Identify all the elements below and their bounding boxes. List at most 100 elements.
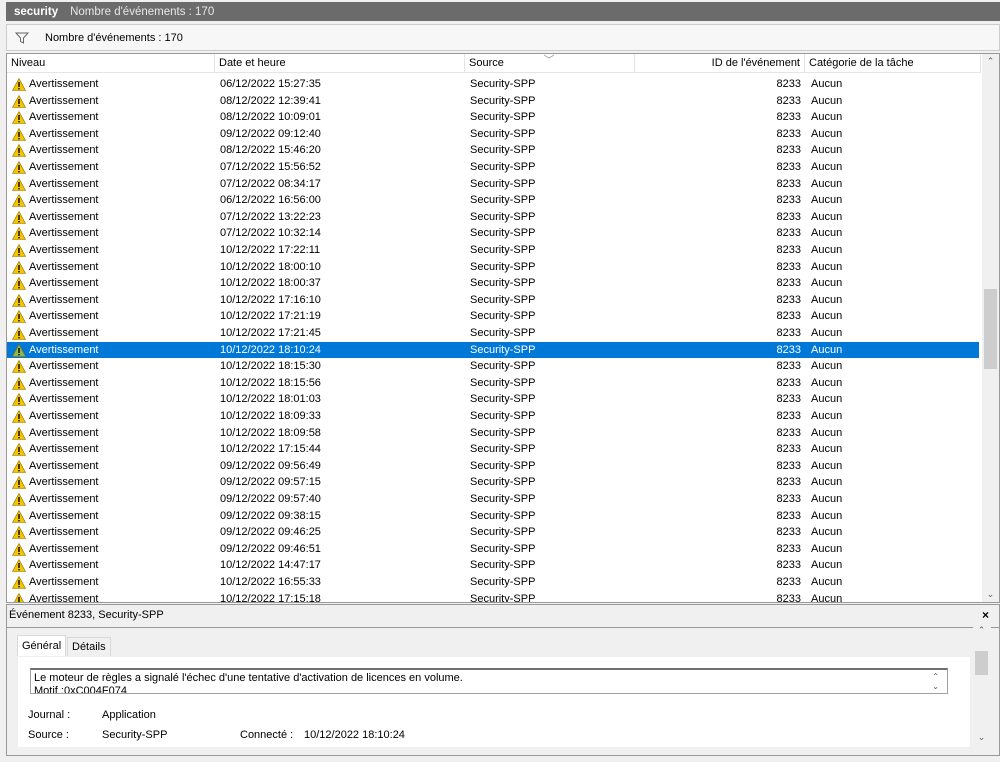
category-cell: Aucun — [811, 277, 843, 290]
event-id-cell: 8233 — [776, 327, 801, 339]
column-header-event-id[interactable]: ID de l'événement — [635, 54, 805, 73]
event-count: Nombre d'événements : 170 — [70, 5, 215, 18]
filter-icon — [15, 32, 29, 44]
column-header-category[interactable]: Catégorie de la tâche — [805, 54, 981, 73]
table-row[interactable]: Avertissement 07/12/2022 10:32:14 Security… — [7, 225, 979, 242]
scroll-down-icon[interactable]: ⌄ — [982, 589, 999, 600]
event-id-cell: 8233 — [776, 244, 801, 256]
table-row[interactable]: Avertissement 09/12/2022 09:56:49 Security… — [7, 458, 979, 475]
source-cell: Security-SPP — [470, 376, 536, 389]
table-row[interactable]: Avertissement 07/12/2022 08:34:17 Security… — [7, 176, 979, 193]
connected-label: Connecté : — [240, 729, 294, 741]
scrollbar-thumb[interactable] — [975, 651, 988, 675]
message-line: Motif :0xC004F074 — [34, 685, 127, 694]
source-cell: Security-SPP — [470, 459, 536, 472]
scroll-up-icon[interactable]: ⌃ — [982, 56, 999, 67]
table-row[interactable]: Avertissement 10/12/2022 18:10:24 Security… — [7, 341, 979, 359]
source-label: Source : — [28, 729, 69, 741]
table-row[interactable]: Avertissement 08/12/2022 12:39:41 Security… — [7, 93, 979, 110]
table-row[interactable]: Avertissement 10/12/2022 16:55:33 Security… — [7, 574, 979, 591]
source-cell: Security-SPP — [470, 393, 536, 406]
table-row[interactable]: Avertissement 10/12/2022 17:21:19 Security… — [7, 308, 979, 325]
table-row[interactable]: Avertissement 10/12/2022 17:22:11 Security… — [7, 242, 979, 259]
category-cell: Aucun — [811, 111, 843, 124]
column-header-level[interactable]: Niveau — [7, 54, 215, 73]
level-cell: Avertissement — [29, 526, 99, 539]
table-row[interactable]: Avertissement 06/12/2022 15:27:35 Security… — [7, 76, 979, 93]
table-row[interactable]: Avertissement 10/12/2022 18:09:33 Security… — [7, 408, 979, 425]
date-cell: 07/12/2022 08:34:17 — [220, 177, 321, 190]
table-row[interactable]: Avertissement 10/12/2022 18:15:56 Security… — [7, 375, 979, 392]
table-row[interactable]: Avertissement 07/12/2022 15:56:52 Security… — [7, 159, 979, 176]
tab-details[interactable]: Détails — [67, 637, 111, 656]
table-row[interactable]: Avertissement 09/12/2022 09:38:15 Security… — [7, 508, 979, 525]
category-cell: Aucun — [811, 343, 843, 356]
warning-icon — [12, 260, 26, 274]
column-header-date[interactable]: Date et heure — [215, 54, 465, 73]
date-cell: 10/12/2022 14:47:17 — [220, 559, 321, 572]
source-cell: Security-SPP — [470, 244, 536, 256]
category-cell: Aucun — [811, 493, 843, 505]
level-cell: Avertissement — [29, 293, 99, 306]
scrollbar-thumb[interactable] — [984, 289, 997, 369]
event-detail-pane: Événement 8233, Security-SPP × Général D… — [6, 604, 1000, 756]
warning-icon — [12, 327, 26, 340]
table-row[interactable]: Avertissement 09/12/2022 09:57:15 Security… — [7, 474, 979, 491]
table-row[interactable]: Avertissement 10/12/2022 17:21:45 Security… — [7, 325, 979, 342]
table-row[interactable]: Avertissement 10/12/2022 18:01:03 Security… — [7, 391, 979, 408]
divider — [7, 627, 999, 628]
event-id-cell: 8233 — [776, 210, 801, 223]
table-row[interactable]: Avertissement 10/12/2022 14:47:17 Security… — [7, 557, 979, 574]
category-cell: Aucun — [811, 443, 843, 456]
table-row[interactable]: Avertissement 09/12/2022 09:46:51 Security… — [7, 541, 979, 558]
level-cell: Avertissement — [29, 194, 99, 207]
category-cell: Aucun — [811, 410, 843, 422]
table-row[interactable]: Avertissement 10/12/2022 18:00:10 Security… — [7, 259, 979, 276]
category-cell: Aucun — [811, 78, 843, 90]
table-row[interactable]: Avertissement 06/12/2022 16:56:00 Security… — [7, 192, 979, 209]
message-line: Le moteur de règles a signalé l'échec d'… — [34, 672, 463, 684]
warning-icon — [12, 210, 26, 224]
level-cell: Avertissement — [29, 94, 99, 107]
table-row[interactable]: Avertissement 08/12/2022 10:09:01 Security… — [7, 109, 979, 126]
table-row[interactable]: Avertissement 10/12/2022 17:16:10 Security… — [7, 292, 979, 309]
event-message[interactable]: Le moteur de règles a signalé l'échec d'… — [30, 668, 948, 694]
level-cell: Avertissement — [29, 244, 99, 256]
category-cell: Aucun — [811, 459, 843, 472]
table-row[interactable]: Avertissement 09/12/2022 09:12:40 Security… — [7, 126, 979, 143]
table-scrollbar[interactable]: ⌃ ⌄ — [982, 54, 999, 602]
category-cell: Aucun — [811, 576, 843, 588]
journal-label: Journal : — [28, 709, 71, 721]
event-id-cell: 8233 — [776, 78, 801, 90]
close-icon[interactable]: × — [982, 608, 989, 622]
table-row[interactable]: Avertissement 09/12/2022 09:57:40 Security… — [7, 491, 979, 508]
scroll-down-icon[interactable]: ⌄ — [973, 732, 990, 743]
table-row[interactable]: Avertissement 08/12/2022 15:46:20 Security… — [7, 142, 979, 159]
table-row[interactable]: Avertissement 07/12/2022 13:22:23 Security… — [7, 209, 979, 226]
table-row[interactable]: Avertissement 10/12/2022 17:15:44 Security… — [7, 441, 979, 458]
date-cell: 06/12/2022 16:56:00 — [220, 194, 321, 207]
date-cell: 10/12/2022 18:09:33 — [220, 410, 321, 422]
warning-icon — [12, 343, 26, 357]
scroll-up-icon[interactable]: ⌃ — [973, 625, 990, 636]
message-scroll-down-icon[interactable]: ⌄ — [932, 680, 939, 693]
level-cell: Avertissement — [29, 161, 99, 173]
date-cell: 07/12/2022 15:56:52 — [220, 161, 321, 173]
table-row[interactable]: Avertissement 10/12/2022 18:15:30 Security… — [7, 358, 979, 375]
category-cell: Aucun — [811, 94, 843, 107]
detail-scrollbar[interactable]: ⌃ ⌄ — [973, 623, 991, 745]
warning-icon — [12, 410, 26, 423]
tab-general[interactable]: Général — [17, 635, 67, 656]
date-cell: 09/12/2022 09:57:15 — [220, 476, 321, 489]
table-row[interactable]: Avertissement 10/12/2022 18:09:58 Security… — [7, 425, 979, 442]
source-cell: Security-SPP — [470, 194, 536, 207]
level-cell: Avertissement — [29, 376, 99, 389]
warning-icon — [12, 443, 26, 456]
date-cell: 10/12/2022 18:01:03 — [220, 393, 321, 406]
table-row[interactable]: Avertissement 10/12/2022 18:00:37 Security… — [7, 275, 979, 292]
table-row[interactable]: Avertissement 09/12/2022 09:46:25 Security… — [7, 524, 979, 541]
level-cell: Avertissement — [29, 459, 99, 472]
level-cell: Avertissement — [29, 393, 99, 406]
source-cell: Security-SPP — [470, 426, 536, 439]
table-row[interactable]: Avertissement 10/12/2022 17:15:18 Security… — [7, 591, 979, 602]
